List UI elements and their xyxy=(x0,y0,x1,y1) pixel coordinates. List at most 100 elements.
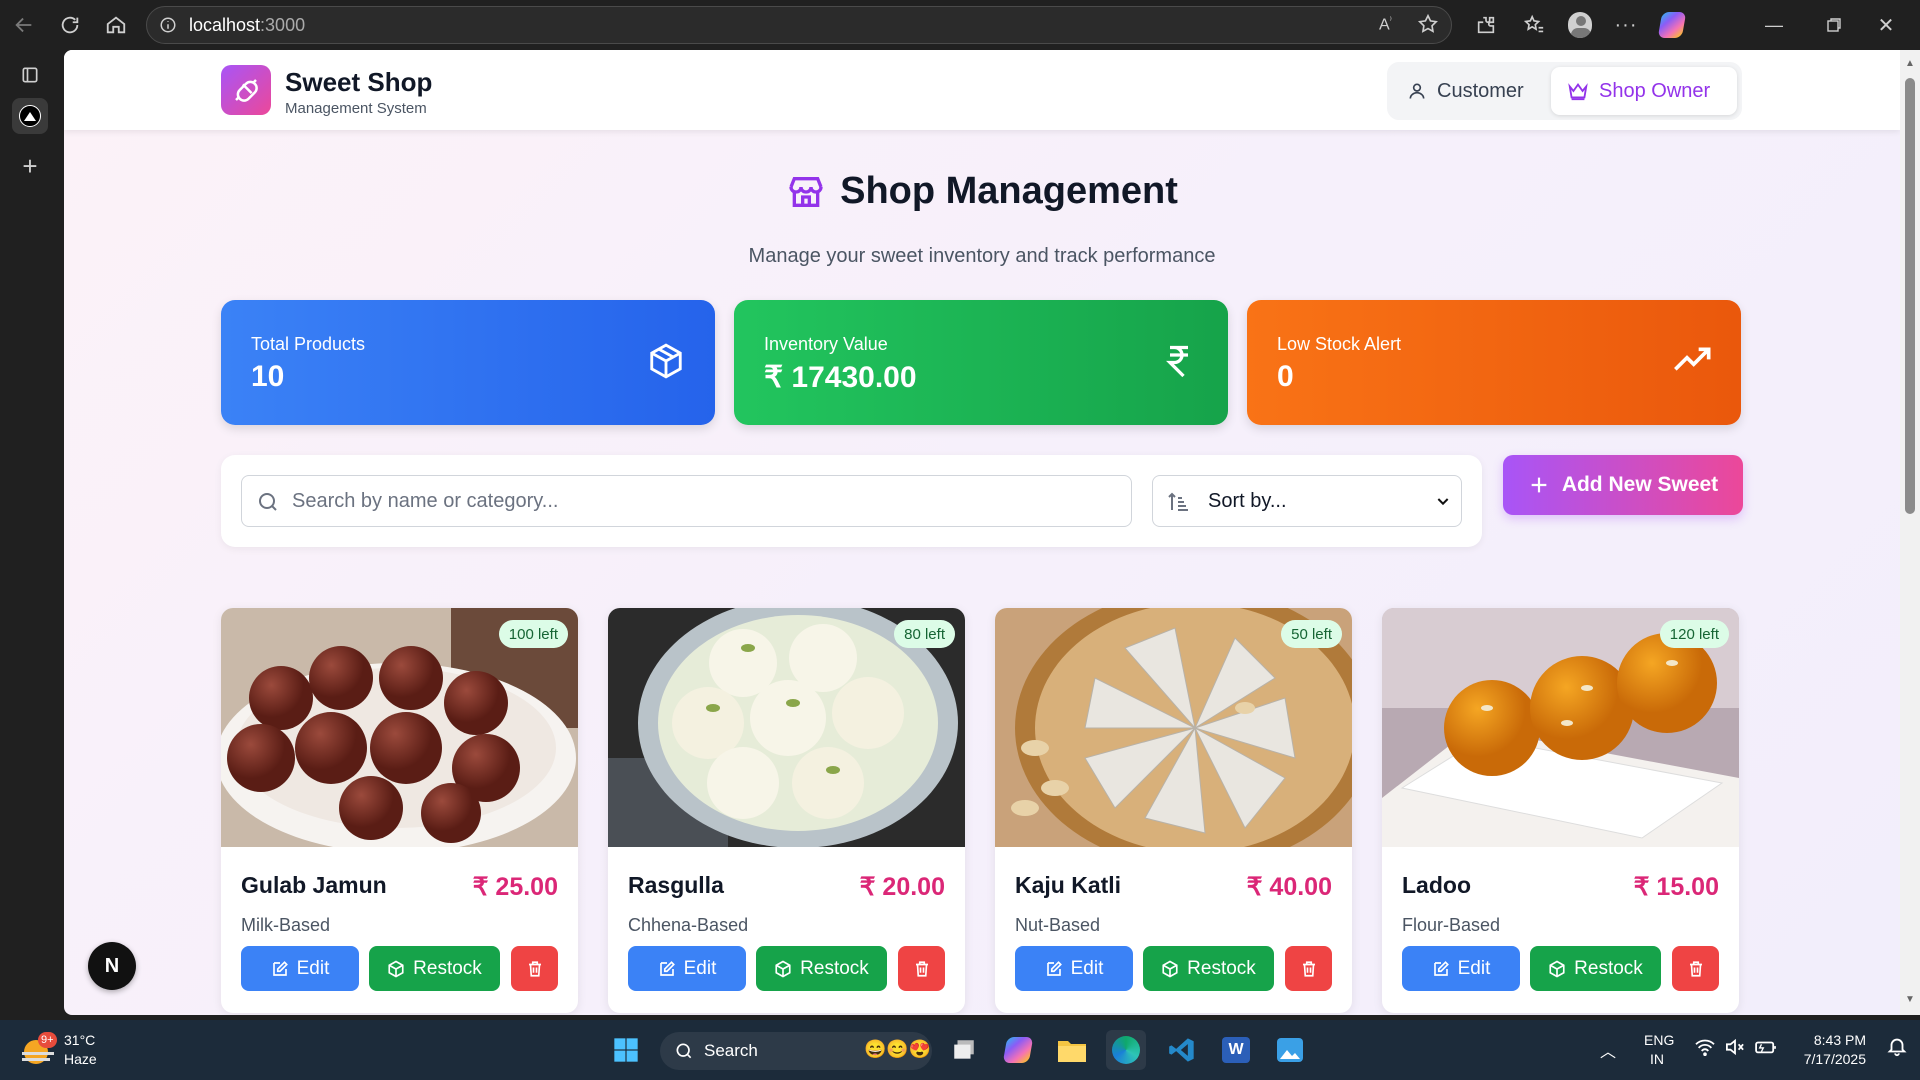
chevron-up-icon[interactable]: ︿ xyxy=(1600,1038,1616,1062)
restore-icon[interactable] xyxy=(1822,13,1846,37)
copilot-taskbar-icon[interactable] xyxy=(998,1030,1038,1070)
package-icon xyxy=(1162,960,1178,977)
shop-owner-mode-button[interactable]: Shop Owner xyxy=(1551,67,1737,115)
edit-button[interactable]: Edit xyxy=(241,946,359,991)
product-price: ₹ 40.00 xyxy=(1246,873,1332,901)
weather-icon[interactable]: 9+ xyxy=(20,1032,57,1068)
browser-window: localhost:3000 A⁾ ··· — ✕ + Sweet Shop M… xyxy=(0,0,1920,1080)
package-icon xyxy=(388,960,404,977)
product-price: ₹ 20.00 xyxy=(859,873,945,901)
refresh-icon[interactable] xyxy=(58,13,82,37)
vscode-icon[interactable] xyxy=(1162,1030,1202,1070)
product-category: Flour-Based xyxy=(1402,915,1501,935)
minimize-icon[interactable]: — xyxy=(1762,13,1786,37)
speaker-muted-icon[interactable] xyxy=(1724,1038,1746,1059)
word-icon[interactable]: W xyxy=(1216,1030,1256,1070)
windows-start-icon[interactable] xyxy=(606,1030,646,1070)
battery-icon[interactable] xyxy=(1754,1038,1778,1059)
candy-logo-icon xyxy=(221,65,271,115)
copilot-icon[interactable] xyxy=(1657,12,1687,38)
stat-value: ₹ 17430.00 xyxy=(764,361,917,394)
stock-badge: 80 left xyxy=(894,620,955,648)
search-box xyxy=(241,475,1132,527)
more-icon[interactable]: ··· xyxy=(1614,13,1638,37)
edit-icon xyxy=(272,960,288,976)
sort-icon xyxy=(1168,492,1188,511)
windows-taskbar: 9+ 31°C Haze Search 😄😊😍 W ︿ ENG IN 8:43 … xyxy=(0,1020,1920,1080)
add-new-sweet-button[interactable]: Add New Sweet xyxy=(1503,455,1743,515)
page-heading: Shop Management xyxy=(64,170,1900,213)
edit-button[interactable]: Edit xyxy=(1402,946,1520,991)
product-card-ladoo: 120 left Ladoo ₹ 15.00 Flour-Based Edit … xyxy=(1382,608,1739,1013)
filter-panel: Sort by... xyxy=(221,455,1482,547)
stat-card-inventory-value: Inventory Value ₹ 17430.00 xyxy=(734,300,1228,425)
nextjs-dev-indicator[interactable]: N xyxy=(88,942,136,990)
stock-badge: 120 left xyxy=(1659,620,1729,648)
task-view-icon[interactable] xyxy=(944,1030,984,1070)
search-icon xyxy=(676,1043,692,1059)
tab-actions-icon[interactable] xyxy=(12,57,48,93)
browser-sidebar: + xyxy=(0,50,64,1020)
favorite-star-icon[interactable] xyxy=(1417,13,1439,40)
notification-bell-icon[interactable] xyxy=(1886,1034,1908,1061)
stock-badge: 100 left xyxy=(498,620,568,648)
delete-button[interactable] xyxy=(1285,946,1332,991)
delete-button[interactable] xyxy=(898,946,945,991)
sort-select[interactable]: Sort by... xyxy=(1152,475,1462,527)
delete-button[interactable] xyxy=(511,946,558,991)
scrollbar-thumb[interactable] xyxy=(1905,78,1915,514)
product-category: Nut-Based xyxy=(1015,915,1101,935)
restock-button[interactable]: Restock xyxy=(1143,946,1274,991)
back-icon[interactable] xyxy=(12,13,36,37)
edit-button[interactable]: Edit xyxy=(628,946,746,991)
clock-time[interactable]: 8:43 PM xyxy=(1796,1032,1866,1048)
page-scrollbar[interactable]: ▲ ▼ xyxy=(1900,50,1920,1015)
scroll-down-icon[interactable]: ▼ xyxy=(1905,994,1915,1005)
active-tab-icon[interactable] xyxy=(12,98,48,134)
chevron-down-icon xyxy=(1437,498,1449,506)
edit-icon xyxy=(659,960,675,976)
site-info-icon[interactable] xyxy=(159,16,177,39)
product-name: Ladoo xyxy=(1402,872,1471,898)
delete-button[interactable] xyxy=(1672,946,1719,991)
wifi-icon[interactable] xyxy=(1694,1038,1716,1059)
scroll-up-icon[interactable]: ▲ xyxy=(1905,58,1915,69)
restock-button[interactable]: Restock xyxy=(1530,946,1661,991)
product-name: Kaju Katli xyxy=(1015,872,1122,898)
photos-icon[interactable] xyxy=(1270,1030,1310,1070)
file-explorer-icon[interactable] xyxy=(1052,1030,1092,1070)
mode-switch: Customer Shop Owner xyxy=(1387,62,1742,120)
profile-avatar[interactable] xyxy=(1568,12,1592,38)
edit-button[interactable]: Edit xyxy=(1015,946,1133,991)
extensions-icon[interactable] xyxy=(1474,13,1498,37)
stat-label: Low Stock Alert xyxy=(1277,334,1402,354)
restock-label: Restock xyxy=(800,957,869,979)
customer-mode-label: Customer xyxy=(1437,79,1524,102)
stock-badge: 50 left xyxy=(1281,620,1342,648)
add-new-sweet-label: Add New Sweet xyxy=(1561,473,1719,496)
product-category: Chhena-Based xyxy=(628,915,749,935)
product-category: Milk-Based xyxy=(241,915,331,935)
rupee-icon xyxy=(1158,340,1200,382)
product-price: ₹ 15.00 xyxy=(1633,873,1719,901)
new-tab-icon[interactable]: + xyxy=(12,148,48,184)
search-input[interactable] xyxy=(292,476,1122,526)
taskbar-search[interactable]: Search 😄😊😍 xyxy=(660,1032,932,1070)
box-icon xyxy=(645,340,687,382)
user-icon xyxy=(1409,83,1425,99)
lang-primary[interactable]: ENG xyxy=(1644,1032,1674,1048)
restock-button[interactable]: Restock xyxy=(756,946,887,991)
close-icon[interactable]: ✕ xyxy=(1874,13,1898,37)
favorites-icon[interactable] xyxy=(1522,13,1546,37)
customer-mode-button[interactable]: Customer xyxy=(1391,67,1557,115)
brand-subtitle: Management System xyxy=(285,100,427,117)
read-aloud-icon[interactable]: A⁾ xyxy=(1379,15,1392,34)
restock-button[interactable]: Restock xyxy=(369,946,500,991)
crown-icon xyxy=(1568,83,1588,101)
address-bar[interactable]: localhost:3000 A⁾ xyxy=(146,6,1452,44)
edge-browser-icon[interactable] xyxy=(1106,1030,1146,1070)
product-card-rasgulla: 80 left Rasgulla ₹ 20.00 Chhena-Based Ed… xyxy=(608,608,965,1013)
clock-date: 7/17/2025 xyxy=(1803,1051,1866,1067)
home-icon[interactable] xyxy=(104,13,128,37)
stat-label: Total Products xyxy=(251,334,366,354)
